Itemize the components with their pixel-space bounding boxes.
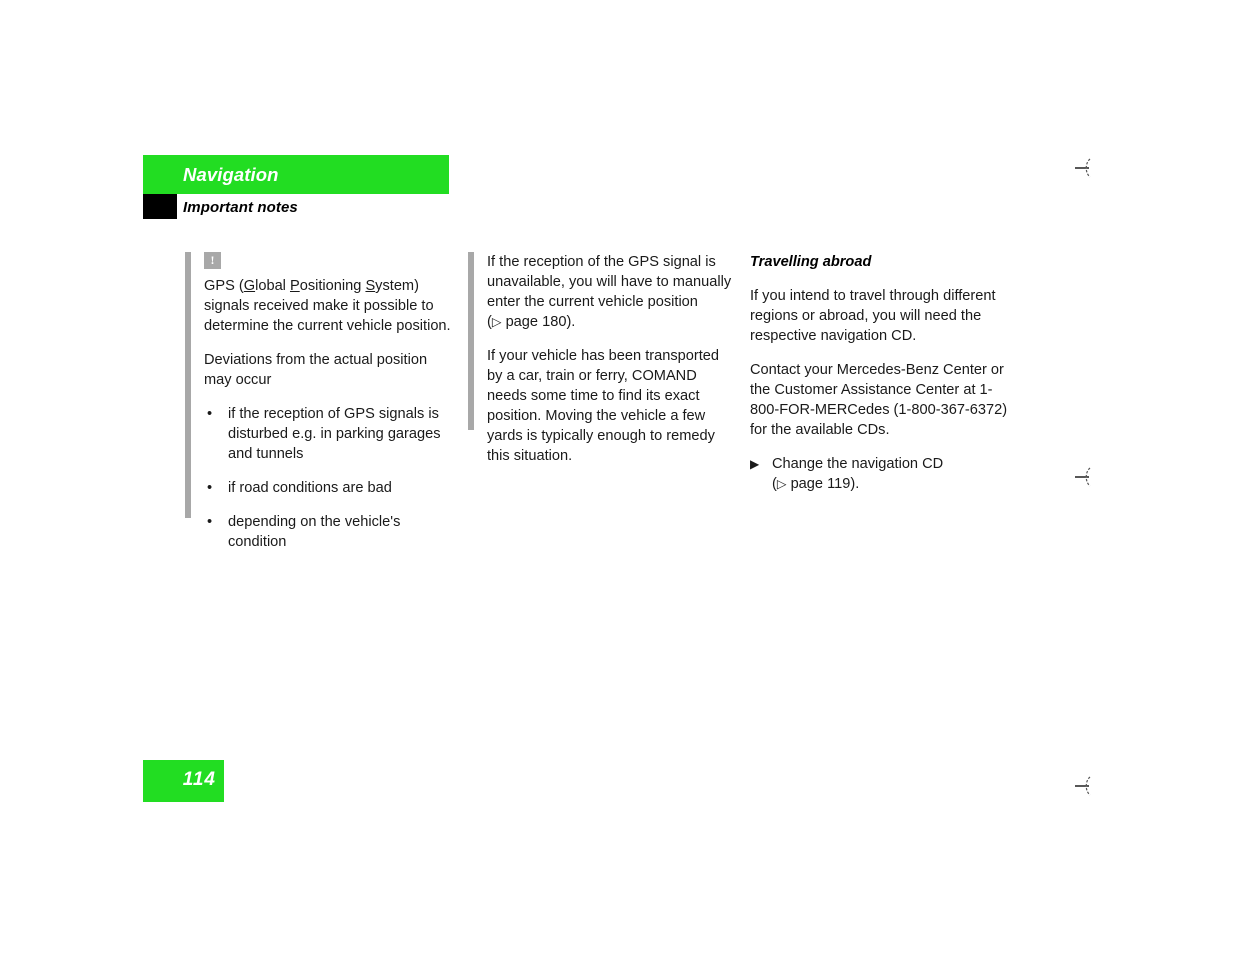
bullet-dot-icon: • xyxy=(207,480,213,496)
section-marker-block xyxy=(143,194,177,219)
reference-suffix: ). xyxy=(850,476,860,492)
reference-arrow-icon: ▷ xyxy=(491,314,502,329)
bullet-list-deviation-causes: • if the reception of GPS signals is dis… xyxy=(204,404,453,552)
paragraph-deviations: Deviations from the actual position may … xyxy=(204,352,428,388)
paragraph-different-regions: If you intend to travel through differen… xyxy=(750,288,996,344)
bullet-dot-icon: • xyxy=(207,406,213,422)
cut-mark-icon xyxy=(1074,464,1100,490)
paragraph-contact-info: Contact your Mercedes-Benz Center or the… xyxy=(750,362,1008,438)
bullet-dot-icon: • xyxy=(207,514,213,530)
chapter-title: Navigation xyxy=(183,164,279,185)
underlined-letter-s: S xyxy=(365,278,376,294)
action-step-list: ▶ Change the navigation CD (▷ page 119). xyxy=(750,454,1018,494)
page-number: 114 xyxy=(182,769,216,790)
paragraph-transported-vehicle: If your vehicle has been transported by … xyxy=(487,348,720,464)
underlined-letter-p: P xyxy=(289,278,300,294)
page-reference[interactable]: (▷ page 180). xyxy=(487,314,575,330)
cut-mark-icon xyxy=(1074,155,1100,181)
page-number-block: 114 xyxy=(143,760,224,802)
underlined-letter-g: G xyxy=(243,278,256,294)
reference-label: page 180 xyxy=(505,314,567,330)
document-page: Navigation Important notes ! GPS (Global… xyxy=(0,0,1235,954)
list-item-label: if the reception of GPS signals is distu… xyxy=(228,406,441,462)
list-item-label: if road conditions are bad xyxy=(228,480,392,496)
list-item: • if the reception of GPS signals is dis… xyxy=(204,404,453,464)
page-reference[interactable]: (▷ page 119). xyxy=(772,476,859,492)
list-item: • if road conditions are bad xyxy=(204,478,453,498)
content-column-2: If the reception of the GPS signal is un… xyxy=(468,252,736,466)
content-column-3: Travelling abroad If you intend to trave… xyxy=(750,252,1018,494)
paragraph-gps-definition: GPS (Global Positioning System) signals … xyxy=(204,278,451,334)
action-triangle-icon: ▶ xyxy=(750,457,760,471)
list-item-label: depending on the vehicle's condition xyxy=(228,514,401,550)
reference-arrow-icon: ▷ xyxy=(776,476,787,491)
paragraph-text: If the reception of the GPS signal is un… xyxy=(487,254,732,310)
section-title: Important notes xyxy=(183,199,298,216)
action-step-label: Change the navigation CD xyxy=(772,456,944,472)
content-column-1: ! GPS (Global Positioning System) signal… xyxy=(185,252,453,552)
chapter-banner: Navigation xyxy=(143,155,449,194)
subsection-heading: Travelling abroad xyxy=(750,254,872,270)
warning-exclamation-icon: ! xyxy=(204,252,221,269)
cut-mark-icon xyxy=(1074,773,1100,799)
reference-label: page 119 xyxy=(790,476,851,492)
paragraph-manual-entry: If the reception of the GPS signal is un… xyxy=(487,252,736,332)
list-item: • depending on the vehicle's condition xyxy=(204,512,453,552)
list-item: ▶ Change the navigation CD (▷ page 119). xyxy=(750,454,1018,494)
reference-suffix: ). xyxy=(566,314,576,330)
